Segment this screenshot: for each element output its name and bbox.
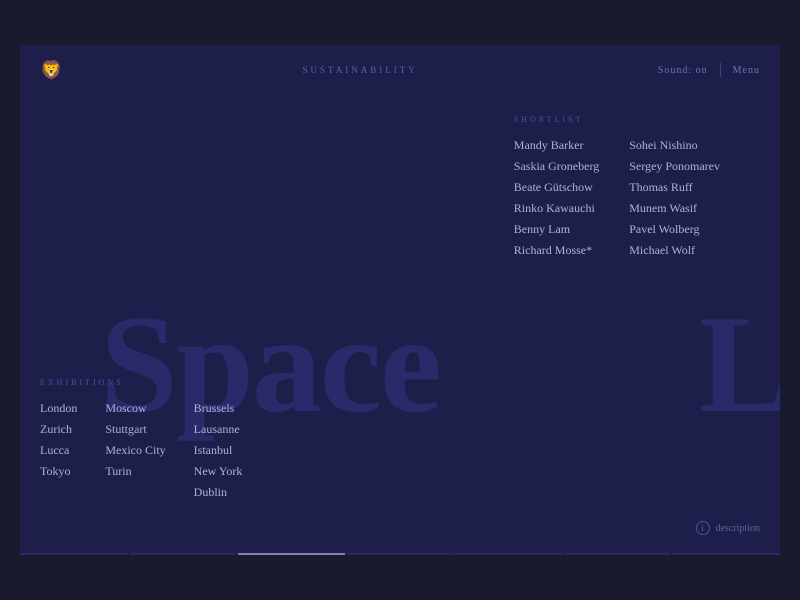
main-container: 🦁 SUSTAINABILITY Sound: on Menu Space L …	[20, 45, 780, 555]
exhibition-city[interactable]: Mexico City	[105, 443, 165, 458]
progress-bar-6[interactable]	[564, 553, 671, 555]
sound-label[interactable]: Sound: on	[658, 65, 708, 76]
shortlist-col-2: Sohei Nishino Sergey Ponomarev Thomas Ru…	[629, 138, 720, 258]
shortlist-item[interactable]: Sohei Nishino	[629, 138, 720, 153]
exhibitions-section: EXHIBITIONS London Zurich Lucca Tokyo Mo…	[40, 378, 242, 500]
shortlist-item[interactable]: Rinko Kawauchi	[514, 201, 599, 216]
progress-bar-7[interactable]	[672, 553, 779, 555]
exhibition-city[interactable]: London	[40, 401, 77, 416]
nav-right: Sound: on Menu	[658, 63, 760, 77]
shortlist-item[interactable]: Michael Wolf	[629, 243, 720, 258]
big-text-right: L	[699, 295, 780, 435]
nav-sustainability[interactable]: SUSTAINABILITY	[302, 65, 417, 75]
progress-bar-1[interactable]	[21, 553, 128, 555]
progress-bar-3[interactable]	[238, 553, 345, 555]
progress-bar-4[interactable]	[347, 553, 454, 555]
exhibition-city[interactable]: Dublin	[194, 485, 243, 500]
exhibitions-col-1: London Zurich Lucca Tokyo	[40, 401, 77, 500]
exhibitions-col-2: Moscow Stuttgart Mexico City Turin	[105, 401, 165, 500]
description-label: description	[716, 523, 760, 534]
menu-button[interactable]: Menu	[733, 65, 760, 76]
header: 🦁 SUSTAINABILITY Sound: on Menu	[20, 45, 780, 95]
exhibition-city[interactable]: Stuttgart	[105, 422, 165, 437]
shortlist-item[interactable]: Beate Gütschow	[514, 180, 599, 195]
shortlist-item[interactable]: Richard Mosse*	[514, 243, 599, 258]
progress-bars	[20, 552, 780, 555]
exhibition-city[interactable]: Brussels	[194, 401, 243, 416]
shortlist-item[interactable]: Mandy Barker	[514, 138, 599, 153]
shortlist-item[interactable]: Sergey Ponomarev	[629, 159, 720, 174]
exhibitions-col-3: Brussels Lausanne Istanbul New York Dubl…	[194, 401, 243, 500]
exhibitions-label: EXHIBITIONS	[40, 378, 242, 387]
logo[interactable]: 🦁	[40, 60, 62, 81]
shortlist-item[interactable]: Saskia Groneberg	[514, 159, 599, 174]
exhibition-city[interactable]: Lucca	[40, 443, 77, 458]
progress-bar-2[interactable]	[130, 553, 237, 555]
description-button[interactable]: i description	[696, 521, 760, 535]
exhibition-city[interactable]: Turin	[105, 464, 165, 479]
shortlist-item[interactable]: Thomas Ruff	[629, 180, 720, 195]
shortlist-item[interactable]: Pavel Wolberg	[629, 222, 720, 237]
exhibition-city[interactable]: Istanbul	[194, 443, 243, 458]
progress-bar-5[interactable]	[455, 553, 562, 555]
shortlist-label: SHORTLIST	[514, 115, 720, 124]
exhibitions-columns: London Zurich Lucca Tokyo Moscow Stuttga…	[40, 401, 242, 500]
exhibition-city[interactable]: Lausanne	[194, 422, 243, 437]
info-icon: i	[696, 521, 710, 535]
exhibition-city[interactable]: Zurich	[40, 422, 77, 437]
exhibition-city[interactable]: New York	[194, 464, 243, 479]
shortlist-col-1: Mandy Barker Saskia Groneberg Beate Güts…	[514, 138, 599, 258]
nav-divider	[720, 63, 721, 77]
exhibition-city[interactable]: Moscow	[105, 401, 165, 416]
shortlist-item[interactable]: Munem Wasif	[629, 201, 720, 216]
shortlist-columns: Mandy Barker Saskia Groneberg Beate Güts…	[514, 138, 720, 258]
exhibition-city[interactable]: Tokyo	[40, 464, 77, 479]
shortlist-section: SHORTLIST Mandy Barker Saskia Groneberg …	[514, 115, 720, 258]
shortlist-item[interactable]: Benny Lam	[514, 222, 599, 237]
